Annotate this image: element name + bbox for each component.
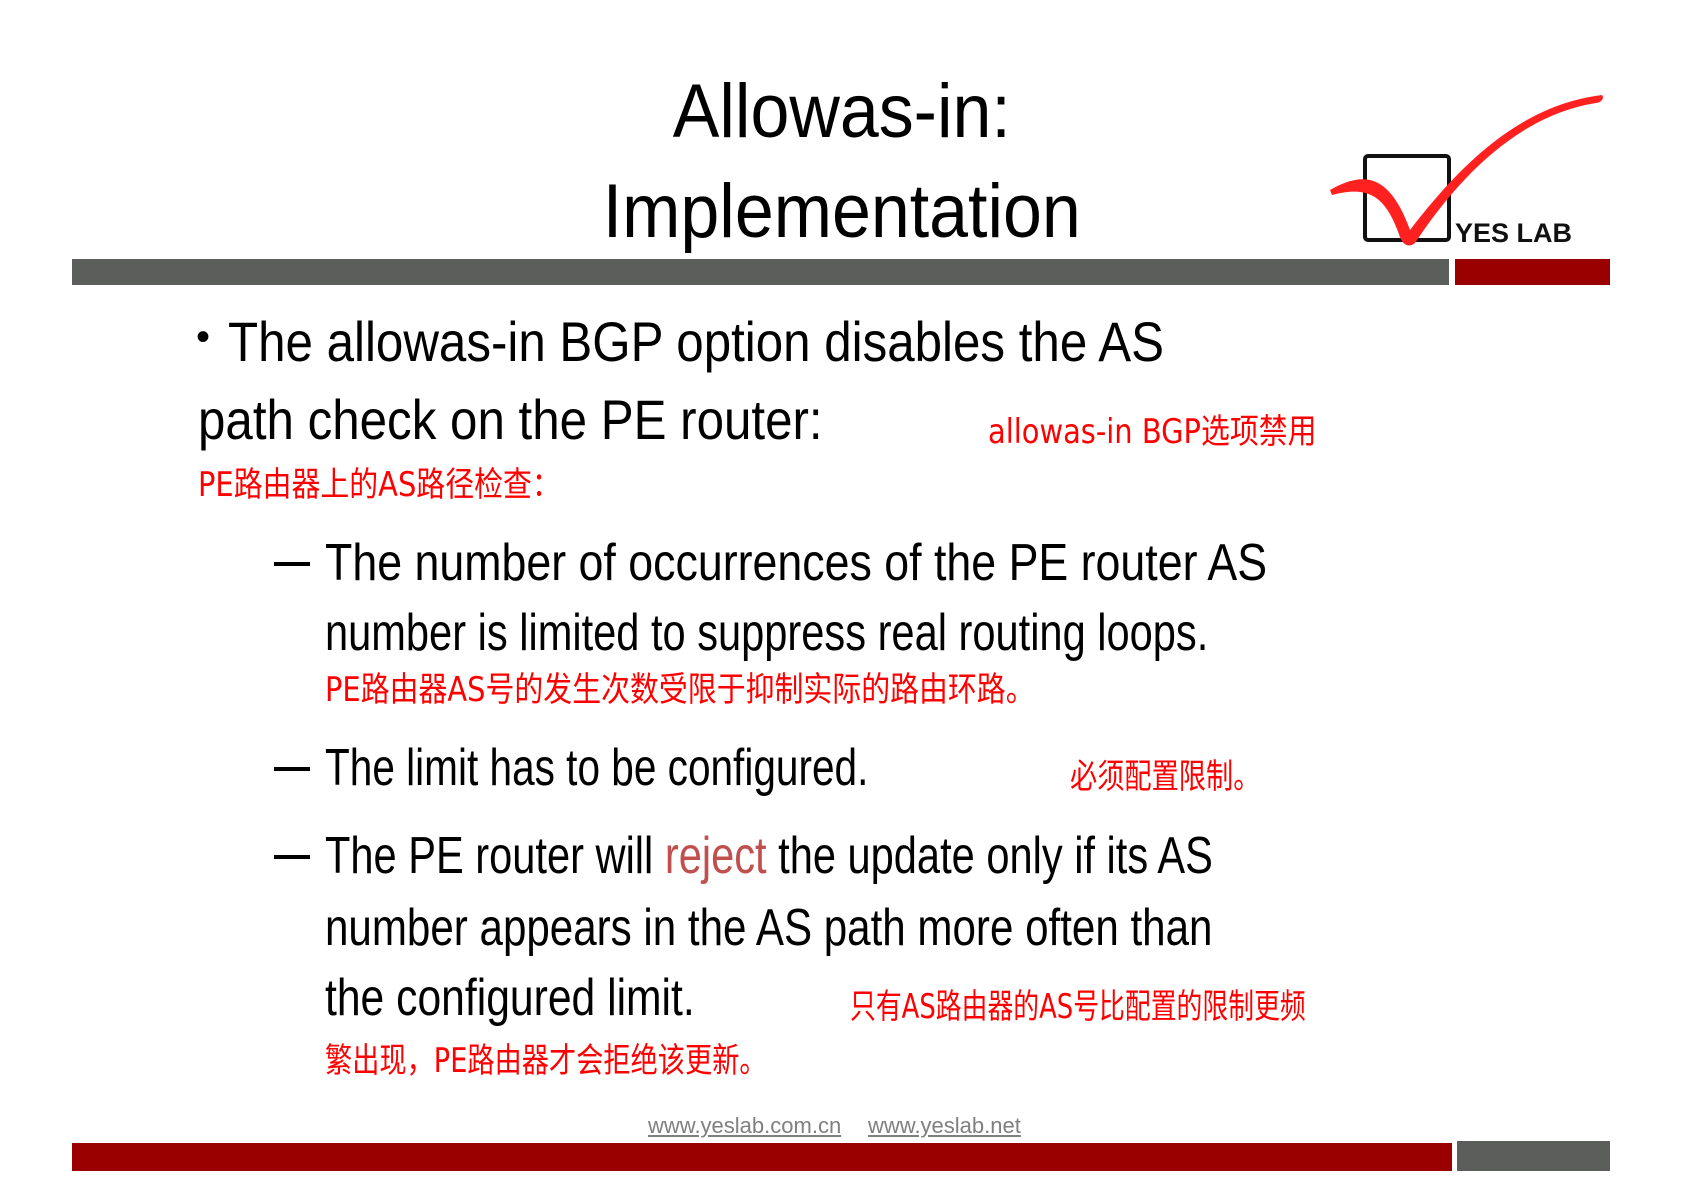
logo-text: YES LAB	[1455, 218, 1573, 248]
header-divider-grey	[72, 259, 1449, 285]
sub-bullet-2-translation: 必须配置限制。	[1070, 757, 1261, 797]
footer-divider-grey	[1457, 1141, 1610, 1171]
yeslab-logo: YES LAB	[1320, 85, 1620, 255]
bullet-line1: The allowas-in BGP option disables the A…	[228, 310, 1164, 373]
footer-link-net[interactable]: www.yeslab.net	[868, 1113, 1021, 1139]
sub-bullet-3-line3-translation: 只有AS路由器的AS号比配置的限制更频	[850, 987, 1306, 1027]
bullet-line2-row: path check on the PE router:	[198, 392, 908, 448]
sub-bullet-1-line1: The number of occurrences of the PE rout…	[325, 534, 1268, 592]
sub-bullet-3-line2: number appears in the AS path more often…	[325, 899, 1213, 957]
sub-bullet-1-line2: number is limited to suppress real routi…	[325, 604, 1209, 662]
sub-bullet-dash	[274, 767, 310, 771]
sub-bullet-3-line1-pre: The PE router will	[325, 827, 665, 885]
bullet-marker: •	[196, 315, 211, 359]
sub-bullet-3-translation: 繁出现，PE路由器才会拒绝该更新。	[325, 1041, 767, 1081]
bullet-line2-translation: allowas-in BGP选项禁用	[988, 412, 1317, 452]
sub-bullet-dash	[274, 855, 310, 859]
header-divider-red	[1455, 259, 1610, 285]
sub-bullet-1-translation: PE路由器AS号的发生次数受限于抑制实际的路由环路。	[325, 670, 1035, 710]
footer-link-cn[interactable]: www.yeslab.com.cn	[648, 1113, 841, 1139]
bullet-line2: path check on the PE router:	[198, 388, 823, 451]
sub-bullet-2-line1: The limit has to be configured.	[325, 739, 869, 797]
sub-bullet-3-line3: the configured limit.	[325, 969, 695, 1027]
sub-bullet-3-line1-post: the update only if its AS	[766, 827, 1213, 885]
sub-bullet-3-line1: The PE router will reject the update onl…	[325, 830, 1213, 882]
bullet-translation: PE路由器上的AS路径检查：	[198, 465, 561, 505]
footer-divider-red	[72, 1143, 1452, 1171]
sub-bullet-dash	[274, 562, 310, 566]
reject-highlight: reject	[664, 827, 767, 885]
